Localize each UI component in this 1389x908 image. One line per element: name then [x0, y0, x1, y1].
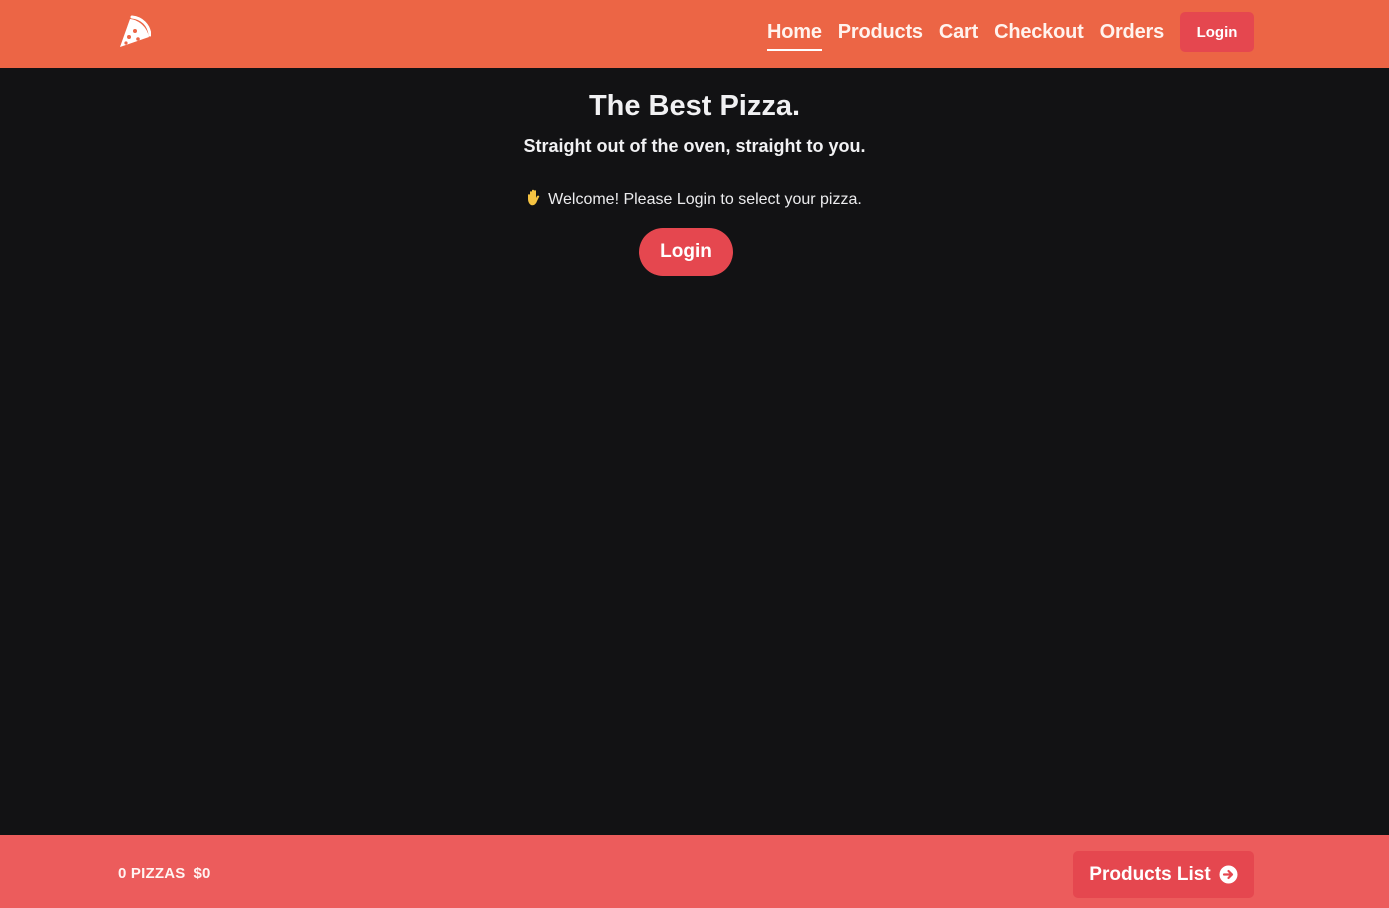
- pizza-count: 0 PIZZAS: [118, 865, 186, 882]
- cart-summary: 0 PIZZAS $0: [118, 865, 211, 882]
- nav-checkout-link[interactable]: Checkout: [994, 12, 1084, 52]
- cart-total: $0: [193, 865, 211, 882]
- top-navbar: Home Products Cart Checkout Orders Login: [0, 0, 1389, 68]
- page-title: The Best Pizza.: [588, 90, 801, 122]
- welcome-text: Welcome! Please Login to select your piz…: [548, 191, 862, 208]
- app: Home Products Cart Checkout Orders Login…: [0, 0, 1389, 908]
- pizza-slice-icon[interactable]: [117, 15, 152, 49]
- waving-hand-icon: [527, 189, 542, 209]
- hero-login-button[interactable]: Login: [639, 228, 733, 276]
- welcome-message: Welcome! Please Login to select your piz…: [0, 189, 1389, 209]
- nav-cart-link[interactable]: Cart: [939, 12, 978, 52]
- nav-home-link[interactable]: Home: [766, 12, 822, 52]
- cart-overview-bar: 0 PIZZAS $0 Products List: [0, 835, 1389, 908]
- header-login-button[interactable]: Login: [1180, 12, 1254, 52]
- hero-section: The Best Pizza. Straight out of the oven…: [0, 68, 1389, 835]
- page-subtitle: Straight out of the oven, straight to yo…: [523, 136, 866, 156]
- nav-orders-link[interactable]: Orders: [1100, 12, 1165, 52]
- arrow-right-circle-icon: [1219, 865, 1238, 884]
- main-nav: Home Products Cart Checkout Orders Login: [766, 12, 1254, 52]
- products-list-label: Products List: [1089, 863, 1211, 885]
- nav-products-link[interactable]: Products: [838, 12, 923, 52]
- products-list-button[interactable]: Products List: [1073, 851, 1254, 898]
